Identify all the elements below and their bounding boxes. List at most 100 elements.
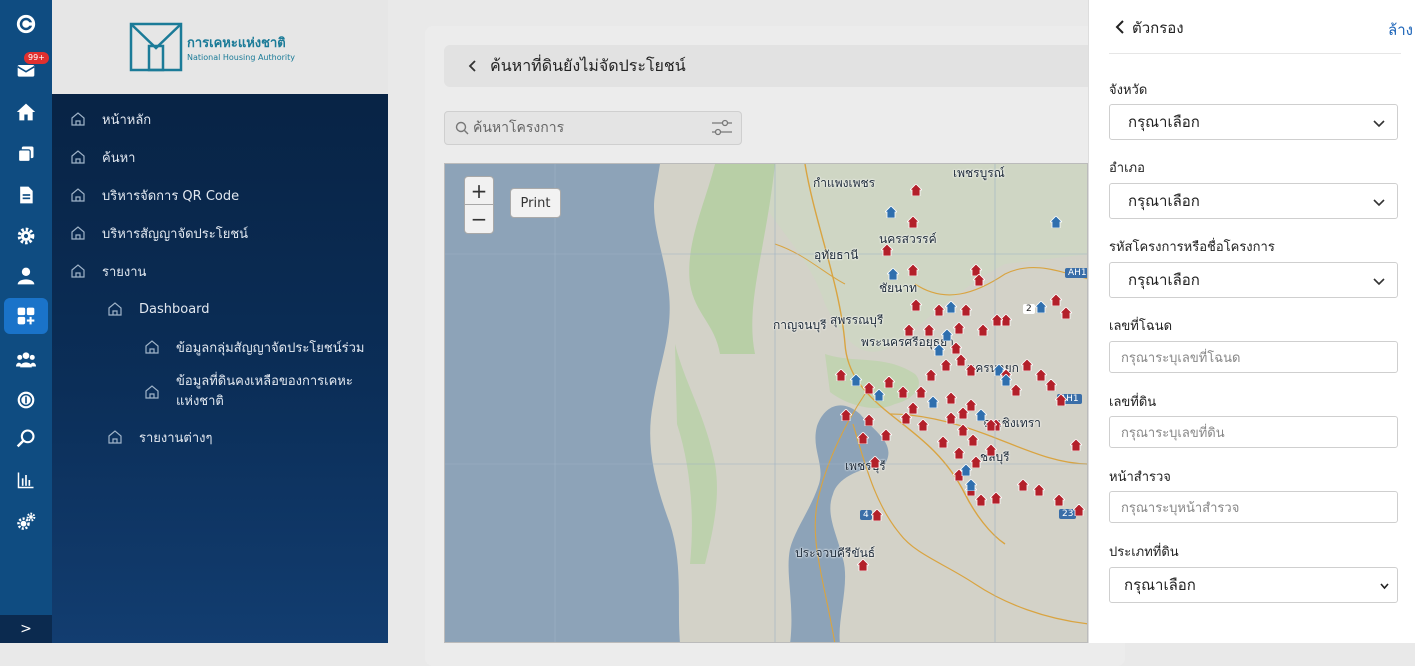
land-pin-icon[interactable] xyxy=(910,184,922,196)
land-pin-icon[interactable] xyxy=(907,216,919,228)
land-number-input[interactable]: กรุณาระบุเลขที่ดิน xyxy=(1109,416,1398,448)
land-pin-icon[interactable] xyxy=(900,412,912,424)
land-pin-icon[interactable] xyxy=(1033,484,1045,496)
land-pin-icon[interactable] xyxy=(1053,494,1065,506)
sidebar-item-contract[interactable]: บริหารสัญญาจัดประโยชน์ xyxy=(52,214,388,252)
land-pin-icon[interactable] xyxy=(917,419,929,431)
land-type-select[interactable]: กรุณาเลือก xyxy=(1109,567,1398,603)
land-pin-icon[interactable] xyxy=(1073,504,1085,516)
land-pin-icon[interactable] xyxy=(933,304,945,316)
back-chevron-icon[interactable] xyxy=(466,59,480,73)
land-pin-icon[interactable] xyxy=(960,304,972,316)
land-pin-icon[interactable] xyxy=(1035,301,1047,313)
app-logo-icon[interactable] xyxy=(4,6,48,42)
land-pin-icon[interactable] xyxy=(1045,379,1057,391)
land-pin-icon[interactable] xyxy=(940,359,952,371)
chevron-left-icon[interactable] xyxy=(1114,20,1126,34)
sidebar-item-qr-code[interactable]: บริหารจัดการ QR Code xyxy=(52,176,388,214)
map-view[interactable]: กำแพงเพชร เพชรบูรณ์ นครสวรรค์ อุทัยธานี … xyxy=(444,163,1088,643)
land-pin-icon[interactable] xyxy=(887,268,899,280)
land-pin-icon[interactable] xyxy=(840,409,852,421)
land-pin-icon[interactable] xyxy=(871,509,883,521)
land-pin-icon[interactable] xyxy=(960,464,972,476)
land-pin-icon[interactable] xyxy=(857,432,869,444)
land-pin-icon[interactable] xyxy=(967,434,979,446)
land-pin-icon[interactable] xyxy=(990,492,1002,504)
sidebar-item-report[interactable]: รายงาน xyxy=(52,252,388,290)
settings-gear-icon[interactable] xyxy=(4,218,48,254)
land-pin-icon[interactable] xyxy=(910,299,922,311)
land-pin-icon[interactable] xyxy=(945,412,957,424)
land-pin-icon[interactable] xyxy=(965,364,977,376)
land-pin-icon[interactable] xyxy=(1070,439,1082,451)
land-pin-icon[interactable] xyxy=(1010,384,1022,396)
land-pin-icon[interactable] xyxy=(907,264,919,276)
land-pin-icon[interactable] xyxy=(869,456,881,468)
sidebar-item-remaining-land-data[interactable]: ข้อมูลที่ดินคงเหลือของการเคหะแห่งชาติ xyxy=(52,366,388,418)
land-pin-icon[interactable] xyxy=(937,436,949,448)
land-pin-icon[interactable] xyxy=(857,559,869,571)
land-pin-icon[interactable] xyxy=(835,369,847,381)
bar-chart-icon[interactable] xyxy=(4,462,48,498)
expand-sidebar-button[interactable]: > xyxy=(0,615,52,643)
sliders-icon[interactable] xyxy=(711,118,733,138)
land-pin-icon[interactable] xyxy=(903,324,915,336)
land-pin-icon[interactable] xyxy=(1021,359,1033,371)
sidebar-item-reports[interactable]: รายงานต่างๆ xyxy=(52,418,388,456)
land-pin-icon[interactable] xyxy=(973,274,985,286)
zoom-out-button[interactable]: − xyxy=(465,205,493,233)
land-pin-icon[interactable] xyxy=(953,322,965,334)
land-pin-icon[interactable] xyxy=(1050,216,1062,228)
search-input[interactable]: ค้นหาโครงการ xyxy=(473,117,711,139)
survey-page-input[interactable]: กรุณาระบุหน้าสำรวจ xyxy=(1109,491,1398,523)
land-pin-icon[interactable] xyxy=(1060,307,1072,319)
land-pin-icon[interactable] xyxy=(883,376,895,388)
land-pin-icon[interactable] xyxy=(950,342,962,354)
land-pin-icon[interactable] xyxy=(880,429,892,441)
copy-icon[interactable] xyxy=(4,136,48,172)
clear-filter-link[interactable]: ล้าง xyxy=(1388,18,1413,42)
land-pin-icon[interactable] xyxy=(975,494,987,506)
land-pin-icon[interactable] xyxy=(985,419,997,431)
dashboard-icon[interactable] xyxy=(4,298,48,334)
land-pin-icon[interactable] xyxy=(985,444,997,456)
land-pin-icon[interactable] xyxy=(915,386,927,398)
land-pin-icon[interactable] xyxy=(850,374,862,386)
district-select[interactable]: กรุณาเลือก xyxy=(1109,183,1398,219)
gears-icon[interactable] xyxy=(4,504,48,540)
search-icon[interactable] xyxy=(4,420,48,456)
land-pin-icon[interactable] xyxy=(945,392,957,404)
province-select[interactable]: กรุณาเลือก xyxy=(1109,104,1398,140)
finance-icon[interactable] xyxy=(4,382,48,418)
land-pin-icon[interactable] xyxy=(991,314,1003,326)
land-pin-icon[interactable] xyxy=(863,414,875,426)
land-pin-icon[interactable] xyxy=(885,206,897,218)
land-pin-icon[interactable] xyxy=(881,244,893,256)
land-pin-icon[interactable] xyxy=(977,324,989,336)
sidebar-item-dashboard[interactable]: Dashboard xyxy=(52,290,388,328)
land-pin-icon[interactable] xyxy=(1050,294,1062,306)
land-pin-icon[interactable] xyxy=(1017,479,1029,491)
zoom-in-button[interactable]: + xyxy=(465,177,493,205)
land-pin-icon[interactable] xyxy=(945,301,957,313)
land-pin-icon[interactable] xyxy=(925,369,937,381)
land-pin-icon[interactable] xyxy=(897,386,909,398)
deed-number-input[interactable]: กรุณาระบุเลขที่โฉนด xyxy=(1109,341,1398,373)
sidebar-item-joint-contract-data[interactable]: ข้อมูลกลุ่มสัญญาจัดประโยชน์ร่วม xyxy=(52,328,388,366)
land-pin-icon[interactable] xyxy=(927,396,939,408)
sidebar-item-home[interactable]: หน้าหลัก xyxy=(52,100,388,138)
print-button[interactable]: Print xyxy=(510,188,561,218)
land-pin-icon[interactable] xyxy=(923,324,935,336)
land-pin-icon[interactable] xyxy=(941,329,953,341)
user-icon[interactable] xyxy=(4,258,48,294)
home-icon[interactable] xyxy=(4,94,48,130)
land-pin-icon[interactable] xyxy=(873,389,885,401)
land-pin-icon[interactable] xyxy=(953,447,965,459)
land-pin-icon[interactable] xyxy=(965,479,977,491)
land-pin-icon[interactable] xyxy=(1055,394,1067,406)
land-pin-icon[interactable] xyxy=(957,407,969,419)
land-pin-icon[interactable] xyxy=(933,344,945,356)
project-search-box[interactable]: ค้นหาโครงการ xyxy=(444,111,742,145)
sidebar-item-search[interactable]: ค้นหา xyxy=(52,138,388,176)
group-icon[interactable] xyxy=(4,341,48,377)
